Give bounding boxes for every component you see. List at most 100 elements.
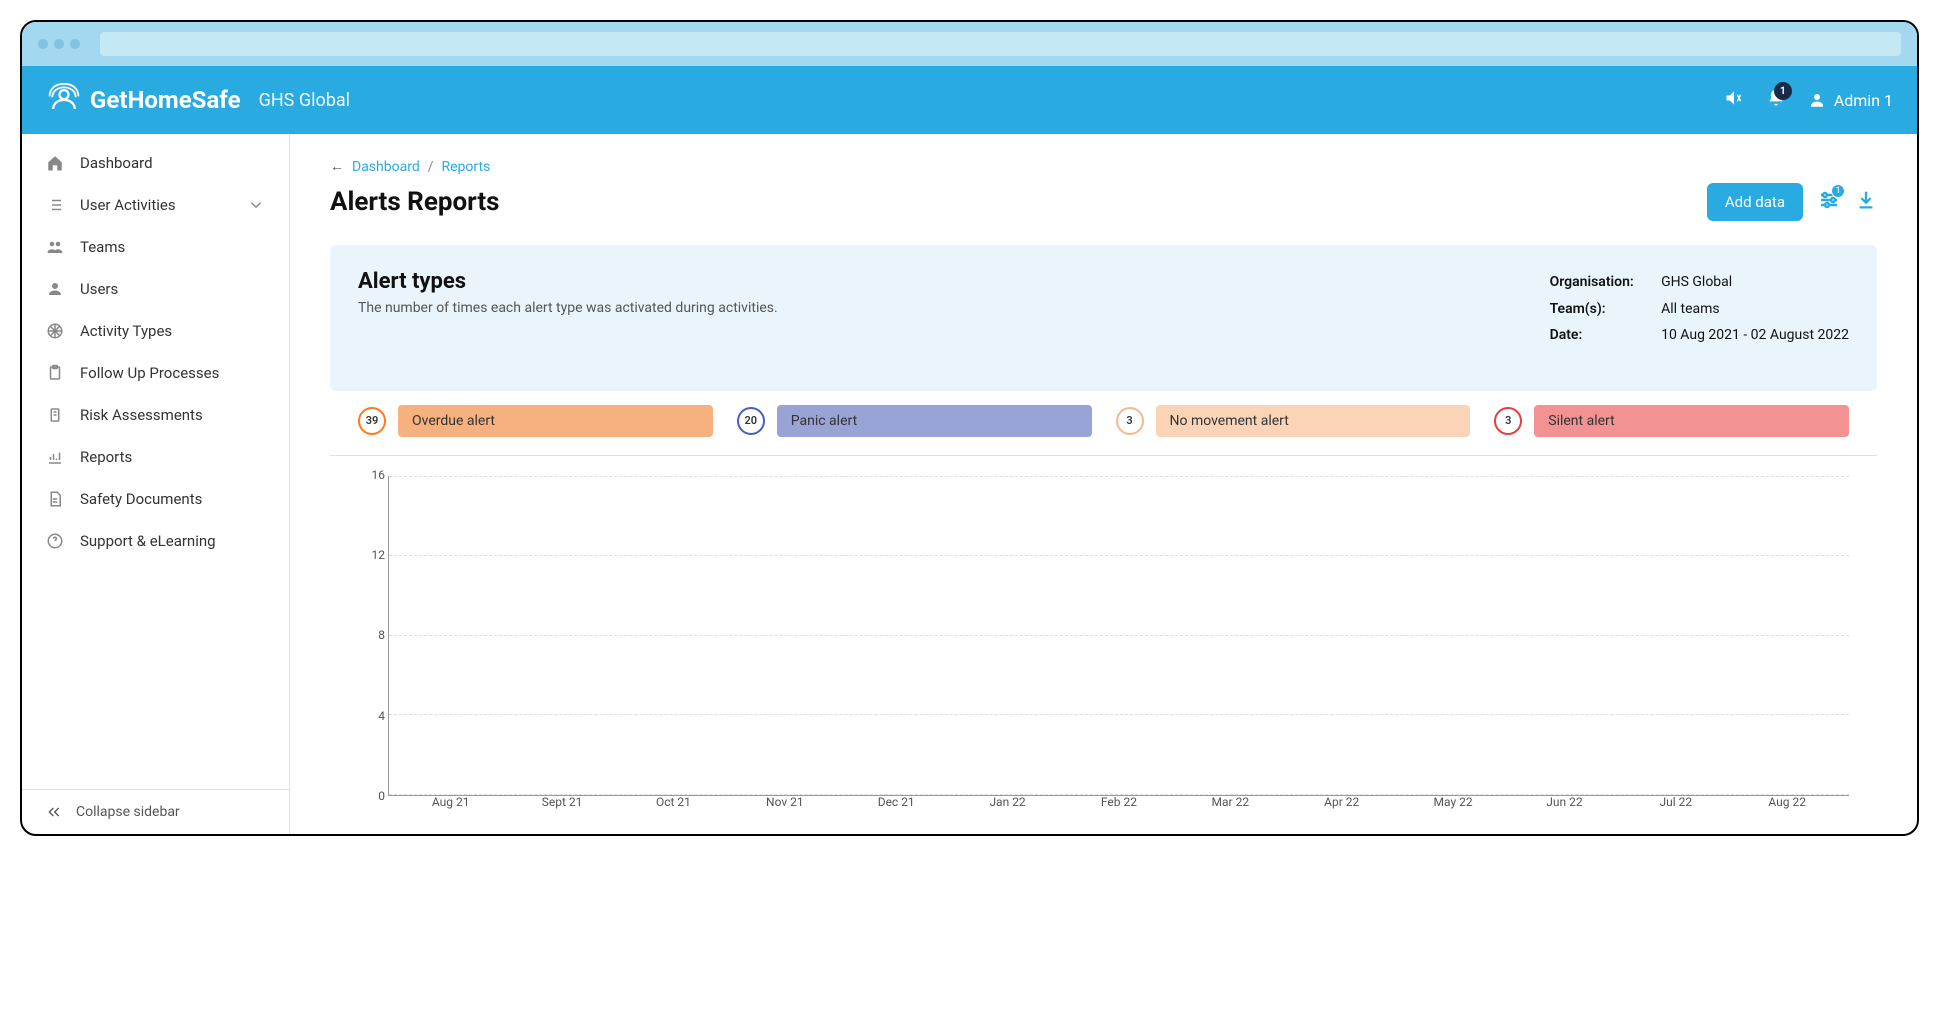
legend-count: 3	[1116, 407, 1144, 435]
x-tick: Oct 21	[656, 795, 691, 809]
x-tick: Aug 22	[1768, 795, 1806, 809]
y-tick: 4	[359, 709, 385, 723]
teams-icon	[46, 238, 64, 256]
x-tick: Nov 21	[766, 795, 804, 809]
sidebar-item-dashboard[interactable]: Dashboard	[22, 142, 289, 184]
sidebar-item-label: Dashboard	[80, 154, 153, 172]
meta-label: Date:	[1550, 322, 1658, 349]
brand-logo[interactable]: GetHomeSafe	[46, 82, 241, 118]
sidebar-item-user-activities[interactable]: User Activities	[22, 184, 289, 226]
bell-icon[interactable]: 1	[1766, 88, 1786, 112]
chart-container: 1612840 Aug 21Sept 21Oct 21Nov 21Dec 21J…	[330, 456, 1877, 806]
x-tick: Sept 21	[542, 795, 583, 809]
y-tick: 12	[359, 548, 385, 562]
x-tick: Jun 22	[1546, 795, 1582, 809]
sidebar-item-label: Risk Assessments	[80, 406, 203, 424]
meta-label: Organisation:	[1550, 269, 1658, 296]
main-content: ← Dashboard / Reports Alerts Reports Add…	[290, 134, 1917, 834]
sidebar-item-label: User Activities	[80, 196, 176, 214]
x-tick: Apr 22	[1324, 795, 1359, 809]
brand-name: GetHomeSafe	[90, 86, 241, 114]
sidebar-item-activity-types[interactable]: Activity Types	[22, 310, 289, 352]
legend-item[interactable]: 20 Panic alert	[737, 405, 1092, 437]
sound-icon[interactable]	[1724, 88, 1744, 112]
user-menu[interactable]: Admin 1	[1808, 91, 1893, 110]
sidebar-item-label: Users	[80, 280, 118, 298]
download-icon	[1855, 189, 1877, 211]
chevrons-left-icon	[46, 804, 62, 820]
url-bar[interactable]	[100, 32, 1901, 56]
chevron-down-icon	[247, 196, 265, 214]
add-data-button[interactable]: Add data	[1707, 183, 1803, 221]
user-icon	[46, 280, 64, 298]
clipboard-icon	[46, 364, 64, 382]
chart-icon	[46, 448, 64, 466]
card-subtitle: The number of times each alert type was …	[358, 300, 778, 316]
x-tick: Feb 22	[1101, 795, 1137, 809]
filter-button[interactable]: 1	[1817, 188, 1841, 216]
back-arrow-icon[interactable]: ←	[330, 158, 344, 175]
legend-label: Overdue alert	[398, 405, 713, 437]
card-title: Alert types	[358, 269, 778, 294]
legend-label: No movement alert	[1156, 405, 1471, 437]
document-icon	[46, 490, 64, 508]
sidebar-item-label: Teams	[80, 238, 125, 256]
legend-count: 3	[1494, 407, 1522, 435]
org-name: GHS Global	[259, 90, 350, 111]
bar-chart: 1612840 Aug 21Sept 21Oct 21Nov 21Dec 21J…	[388, 476, 1849, 796]
page-title: Alerts Reports	[330, 187, 499, 217]
sidebar-item-follow-up[interactable]: Follow Up Processes	[22, 352, 289, 394]
legend-label: Panic alert	[777, 405, 1092, 437]
home-icon	[46, 154, 64, 172]
legend-count: 39	[358, 407, 386, 435]
meta-value: GHS Global	[1661, 274, 1732, 290]
window-dot	[38, 39, 48, 49]
window-dot	[54, 39, 64, 49]
sidebar-item-label: Safety Documents	[80, 490, 202, 508]
sidebar: Dashboard User Activities Teams Users	[22, 134, 290, 834]
sidebar-item-risk[interactable]: Risk Assessments	[22, 394, 289, 436]
browser-chrome	[22, 22, 1917, 66]
sidebar-item-teams[interactable]: Teams	[22, 226, 289, 268]
window-dot	[70, 39, 80, 49]
x-tick: Jan 22	[989, 795, 1025, 809]
download-button[interactable]	[1855, 189, 1877, 215]
sidebar-item-label: Activity Types	[80, 322, 172, 340]
breadcrumb-link[interactable]: Dashboard	[352, 159, 420, 175]
y-tick: 0	[359, 789, 385, 803]
legend-item[interactable]: 3 No movement alert	[1116, 405, 1471, 437]
sidebar-item-safety-docs[interactable]: Safety Documents	[22, 478, 289, 520]
chart-legend: 39 Overdue alert 20 Panic alert 3 No movement…	[330, 391, 1877, 456]
breadcrumb-link[interactable]: Reports	[442, 159, 491, 175]
x-tick: Jul 22	[1660, 795, 1693, 809]
app-header: GetHomeSafe GHS Global 1 Admin 1	[22, 66, 1917, 134]
legend-item[interactable]: 3Silent alert	[1494, 405, 1849, 437]
sidebar-item-reports[interactable]: Reports	[22, 436, 289, 478]
sidebar-item-label: Support & eLearning	[80, 532, 216, 550]
list-icon	[46, 196, 64, 214]
collapse-sidebar[interactable]: Collapse sidebar	[22, 789, 289, 834]
filter-count-badge: 1	[1831, 184, 1845, 198]
battery-icon	[46, 406, 64, 424]
user-icon	[1808, 91, 1826, 109]
legend-item[interactable]: 39 Overdue alert	[358, 405, 713, 437]
collapse-label: Collapse sidebar	[76, 804, 180, 820]
notification-badge: 1	[1774, 82, 1792, 100]
legend-count: 20	[737, 407, 765, 435]
sidebar-item-users[interactable]: Users	[22, 268, 289, 310]
ball-icon	[46, 322, 64, 340]
meta-value: All teams	[1661, 301, 1720, 317]
x-tick: Dec 21	[878, 795, 915, 809]
logo-icon	[46, 82, 82, 118]
x-tick: Aug 21	[432, 795, 470, 809]
breadcrumb-sep: /	[428, 159, 434, 175]
sidebar-item-support[interactable]: Support & eLearning	[22, 520, 289, 562]
alert-types-card: Alert types The number of times each ale…	[330, 245, 1877, 391]
x-tick: Mar 22	[1212, 795, 1250, 809]
meta-value: 10 Aug 2021 - 02 August 2022	[1661, 327, 1849, 343]
sidebar-item-label: Follow Up Processes	[80, 364, 219, 382]
x-tick: May 22	[1434, 795, 1473, 809]
card-meta: Organisation: GHS Global Team(s): All te…	[1550, 269, 1849, 349]
breadcrumb: ← Dashboard / Reports	[330, 158, 1877, 175]
help-icon	[46, 532, 64, 550]
